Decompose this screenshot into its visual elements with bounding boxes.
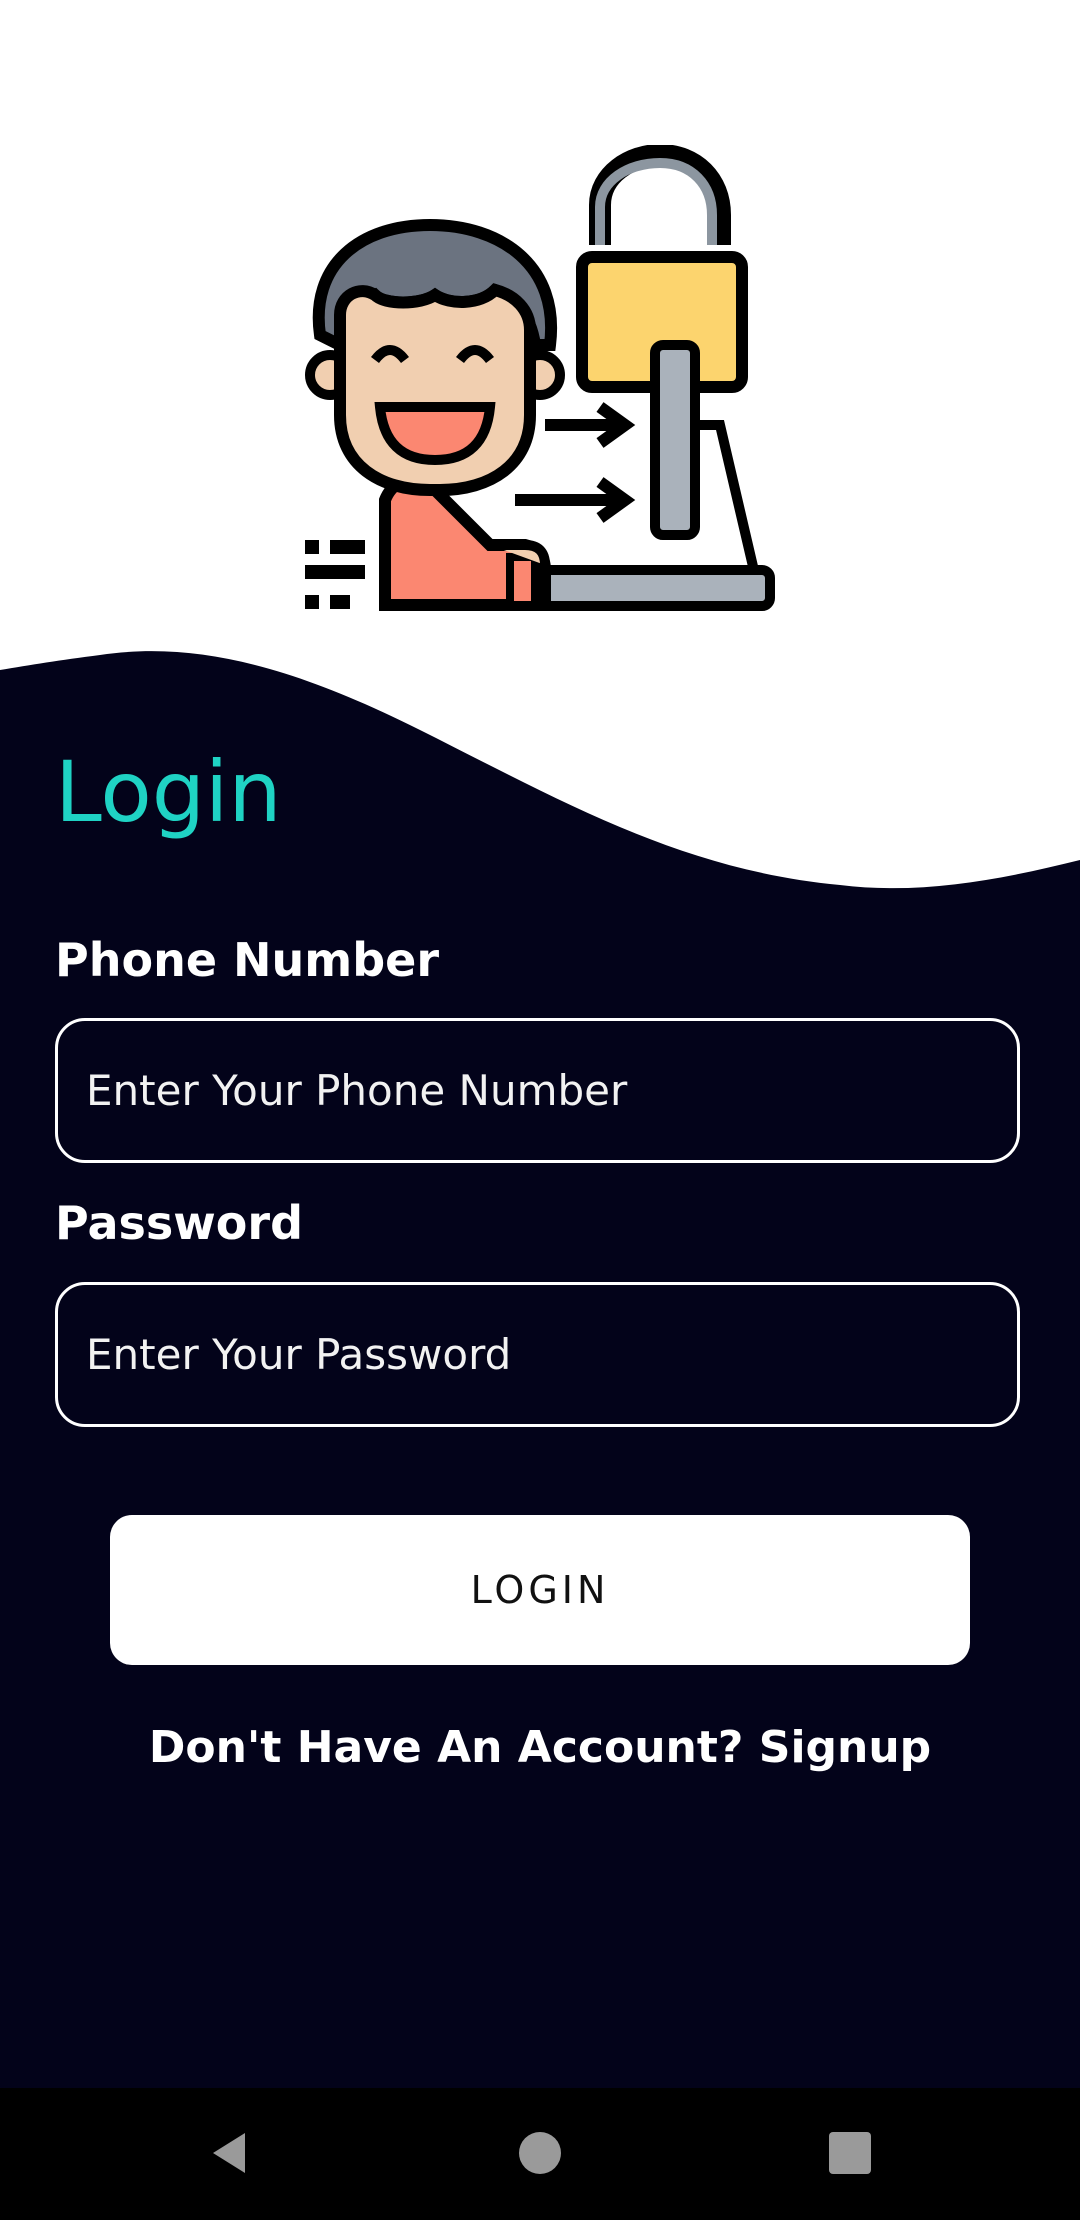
login-screen: Login Phone Number Password LOGIN Don't … bbox=[0, 0, 1080, 2220]
login-button[interactable]: LOGIN bbox=[110, 1515, 970, 1665]
password-label: Password bbox=[55, 1196, 303, 1250]
password-input[interactable] bbox=[84, 1329, 1017, 1380]
recents-button[interactable] bbox=[810, 2118, 890, 2188]
signup-link[interactable]: Don't Have An Account? Signup bbox=[0, 1722, 1080, 1773]
phone-number-input[interactable] bbox=[84, 1065, 1017, 1116]
circle-home-icon bbox=[519, 2132, 561, 2174]
password-field[interactable] bbox=[55, 1282, 1020, 1427]
square-recents-icon bbox=[829, 2132, 871, 2174]
back-button[interactable] bbox=[190, 2118, 270, 2188]
triangle-back-icon bbox=[213, 2133, 245, 2173]
page-title: Login bbox=[55, 743, 282, 841]
home-button[interactable] bbox=[500, 2118, 580, 2188]
user-unlock-illustration-icon bbox=[305, 145, 775, 611]
system-navigation-bar bbox=[0, 2088, 1080, 2220]
phone-number-label: Phone Number bbox=[55, 933, 440, 987]
phone-number-field[interactable] bbox=[55, 1018, 1020, 1163]
